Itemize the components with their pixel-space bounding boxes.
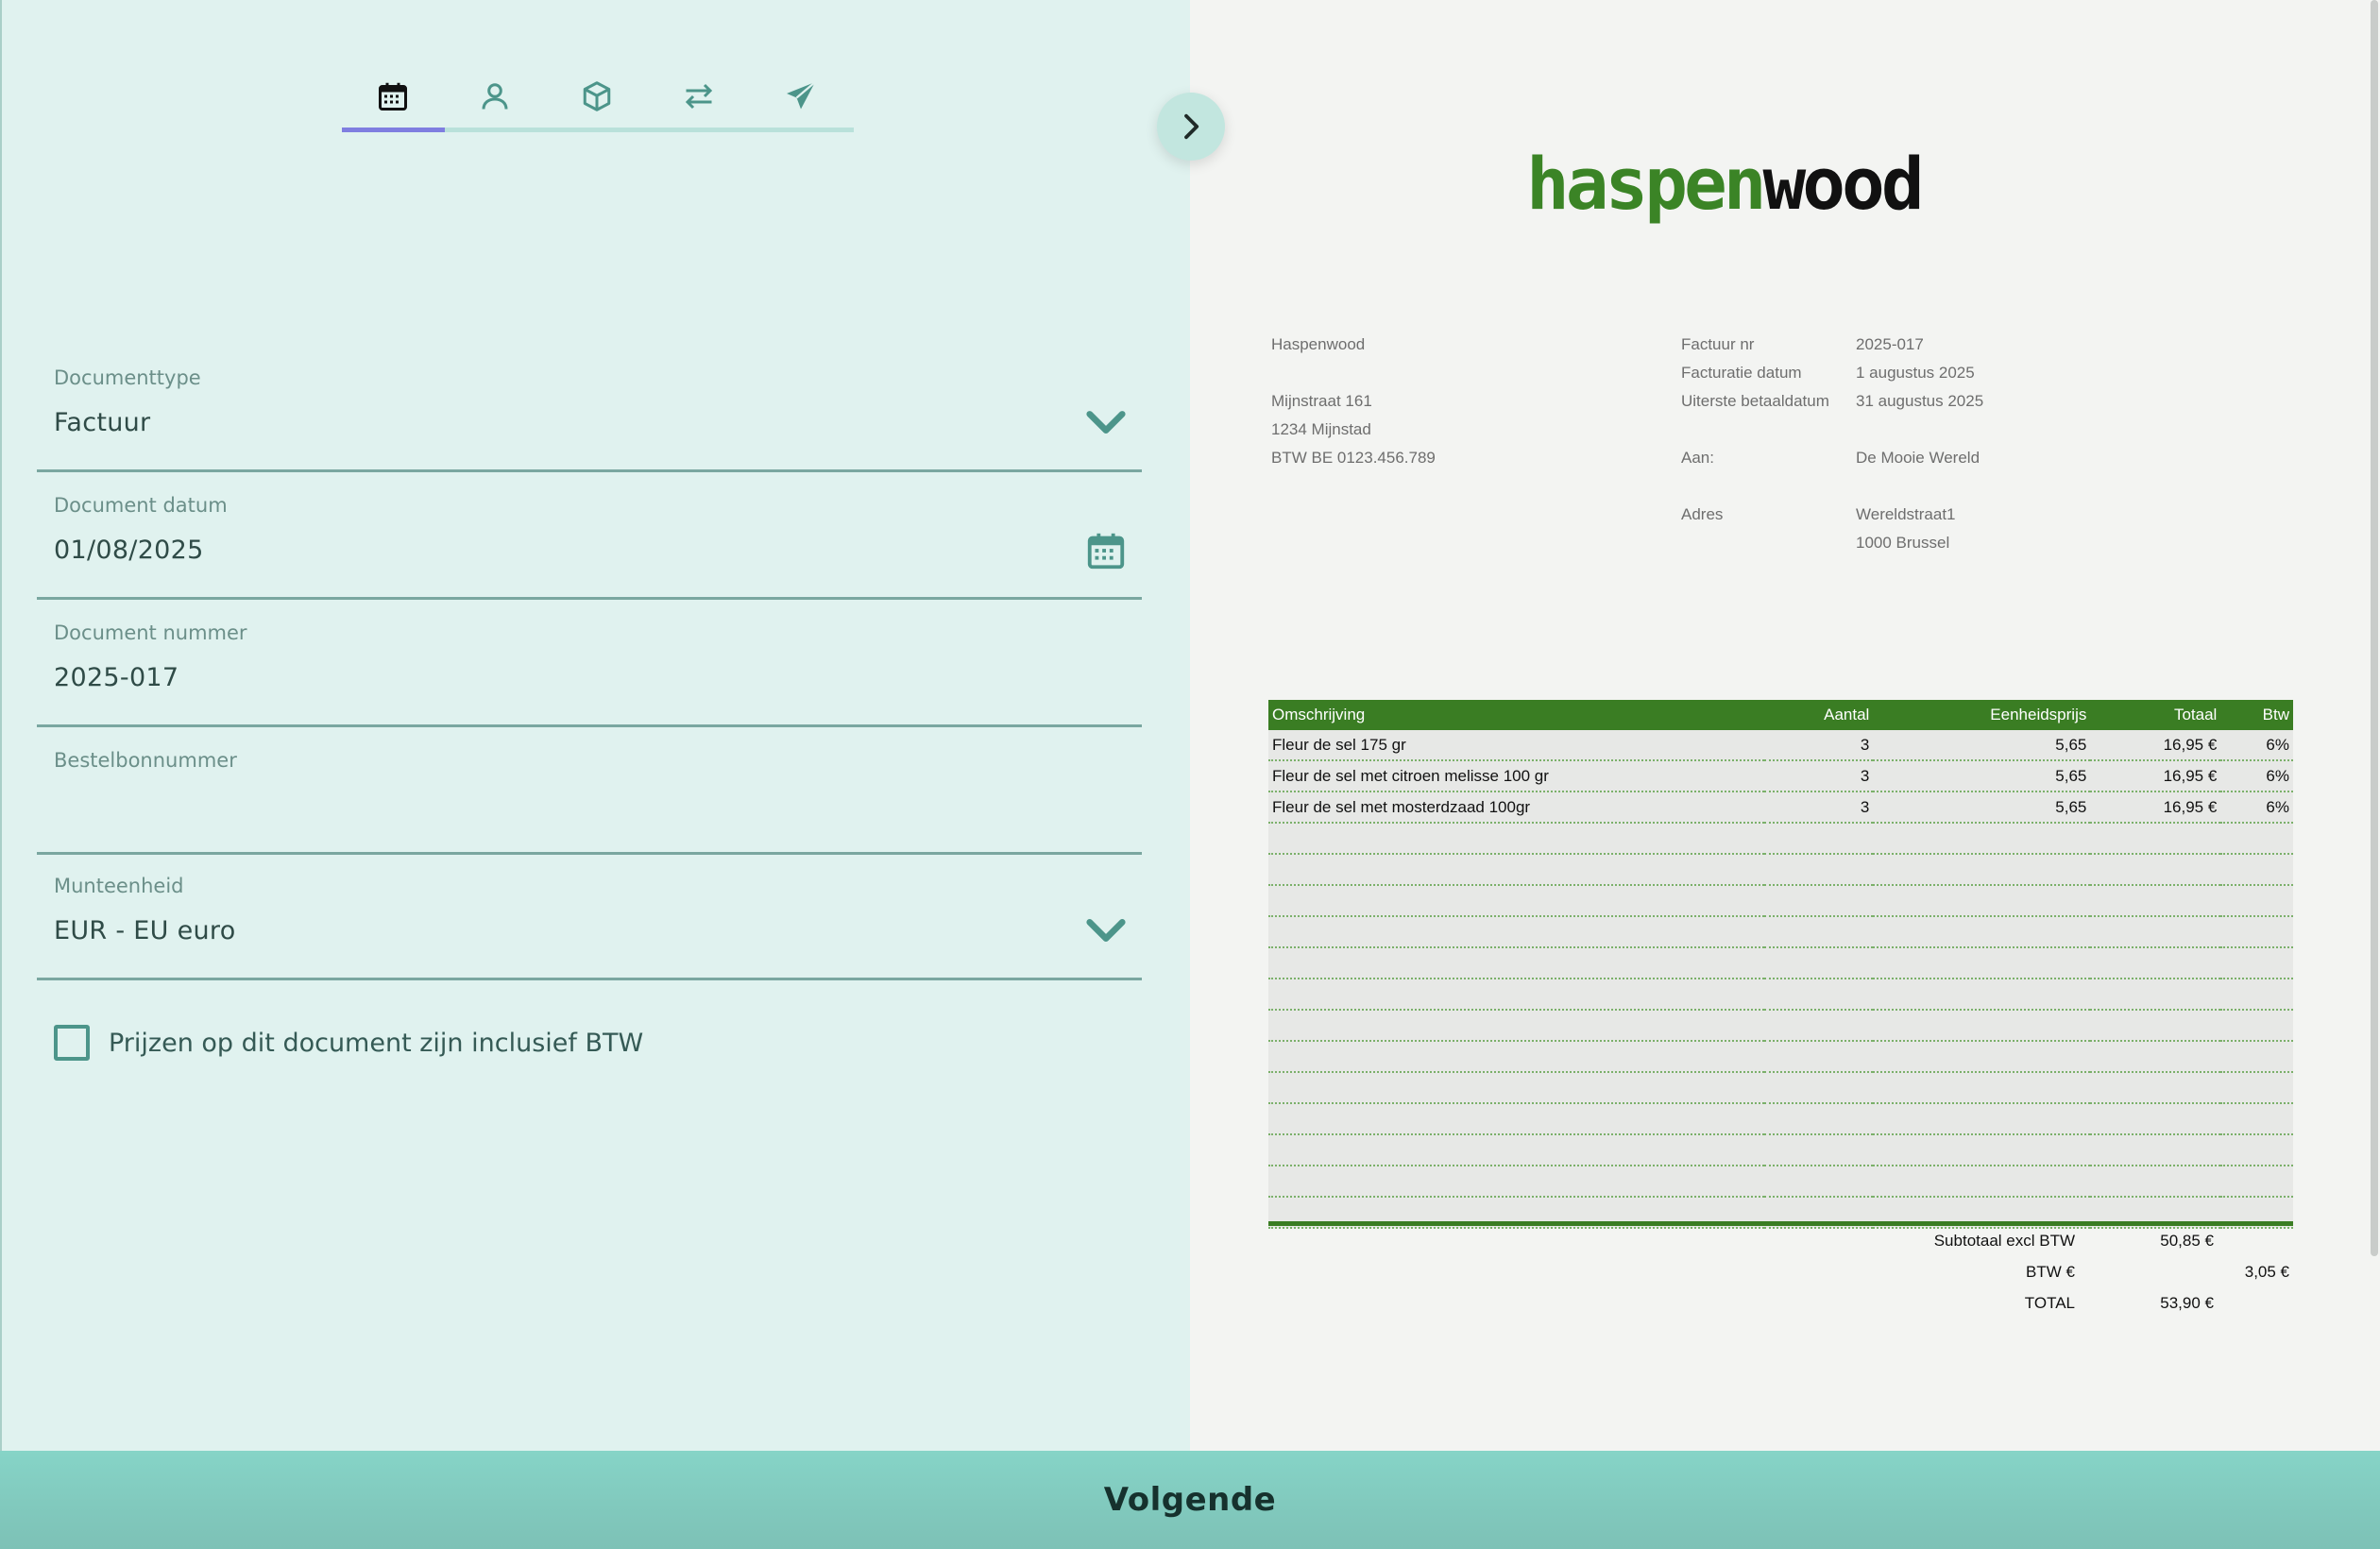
empty-table-row — [1268, 1103, 2293, 1135]
item-unit-price: 5,65 — [1873, 760, 2091, 792]
invoice-date: 1 augustus 2025 — [1856, 364, 1975, 382]
item-unit-price: 5,65 — [1873, 792, 2091, 824]
item-vat: 6% — [2220, 792, 2293, 824]
preview-scrollbar[interactable] — [2371, 0, 2378, 1256]
subtotal-label: Subtotaal excl BTW — [1933, 1232, 2075, 1250]
document-date-label: Document datum — [54, 494, 228, 517]
empty-table-row — [1268, 823, 2293, 855]
item-vat: 6% — [2220, 760, 2293, 792]
tab-calendar[interactable] — [342, 68, 444, 125]
tab-customer[interactable] — [444, 68, 546, 125]
vat-inclusive-option: Prijzen op dit document zijn inclusief B… — [54, 1025, 643, 1061]
total-value: 53,90 € — [2160, 1294, 2214, 1312]
order-number-field[interactable]: Bestelbonnummer — [37, 741, 1142, 855]
item-quantity: 3 — [1764, 730, 1874, 761]
item-description: Fleur de sel met citroen melisse 100 gr — [1268, 760, 1765, 792]
vat-value: 3,05 € — [2244, 1263, 2289, 1281]
currency-label: Munteenheid — [54, 875, 184, 897]
empty-table-row — [1268, 947, 2293, 979]
documenttype-value: Factuur — [54, 408, 151, 437]
empty-table-row — [1268, 979, 2293, 1011]
recipient-address-line1: Wereldstraat1 — [1856, 505, 1956, 523]
tab-send[interactable] — [750, 68, 852, 125]
item-description: Fleur de sel met mosterdzaad 100gr — [1268, 792, 1765, 824]
next-button-label: Volgende — [1103, 1481, 1277, 1519]
invoice-date-label: Facturatie datum — [1681, 364, 1802, 382]
vat-inclusive-checkbox[interactable] — [54, 1025, 90, 1061]
document-date-value: 01/08/2025 — [54, 536, 204, 565]
invoice-number: 2025-017 — [1856, 335, 1924, 353]
subtotal-value: 50,85 € — [2160, 1232, 2214, 1250]
document-number-value: 2025-017 — [54, 663, 179, 692]
item-quantity: 3 — [1764, 760, 1874, 792]
total-label: TOTAL — [2024, 1294, 2075, 1312]
order-number-label: Bestelbonnummer — [54, 749, 237, 772]
recipient-name: De Mooie Wereld — [1856, 449, 1980, 467]
empty-table-row — [1268, 854, 2293, 886]
item-unit-price: 5,65 — [1873, 730, 2091, 761]
documenttype-select[interactable]: Documenttype Factuur — [37, 359, 1142, 472]
table-header-row: Omschrijving Aantal Eenheidsprijs Totaal… — [1268, 700, 2293, 730]
item-vat: 6% — [2220, 730, 2293, 761]
column-header: Totaal — [2090, 700, 2221, 730]
tab-products[interactable] — [546, 68, 648, 125]
chevron-down-icon[interactable] — [1083, 400, 1129, 446]
recipient-address-line2: 1000 Brussel — [1856, 534, 1950, 552]
document-date-field[interactable]: Document datum 01/08/2025 — [37, 486, 1142, 600]
recipient-label: Aan: — [1681, 449, 1714, 467]
empty-table-row — [1268, 885, 2293, 917]
invoice-items-table: Omschrijving Aantal Eenheidsprijs Totaal… — [1268, 700, 2293, 1229]
currency-value: EUR - EU euro — [54, 916, 236, 945]
item-total: 16,95 € — [2090, 760, 2221, 792]
column-header: Btw — [2220, 700, 2293, 730]
empty-table-row — [1268, 1072, 2293, 1104]
invoice-number-label: Factuur nr — [1681, 335, 1755, 353]
company-street: Mijnstraat 161 — [1271, 392, 1372, 410]
item-total: 16,95 € — [2090, 730, 2221, 761]
tab-active-indicator — [342, 128, 445, 132]
date-picker-icon[interactable] — [1083, 528, 1129, 573]
document-number-field[interactable]: Document nummer 2025-017 — [37, 614, 1142, 727]
due-date-label: Uiterste betaaldatum — [1681, 392, 1829, 410]
vat-label: BTW € — [2026, 1263, 2075, 1281]
chevron-down-icon[interactable] — [1083, 909, 1129, 954]
documenttype-label: Documenttype — [54, 366, 201, 389]
box-icon — [583, 81, 611, 111]
company-logo: haspenwood — [1526, 142, 1925, 226]
vat-inclusive-label[interactable]: Prijzen op dit document zijn inclusief B… — [109, 1029, 643, 1058]
empty-table-row — [1268, 1134, 2293, 1166]
chevron-right-icon — [1184, 113, 1199, 140]
item-quantity: 3 — [1764, 792, 1874, 824]
collapse-panel-button[interactable] — [1157, 93, 1225, 161]
document-number-label: Document nummer — [54, 621, 247, 644]
empty-table-row — [1268, 1041, 2293, 1073]
currency-select[interactable]: Munteenheid EUR - EU euro — [37, 867, 1142, 980]
column-header: Aantal — [1764, 700, 1874, 730]
empty-table-row — [1268, 1010, 2293, 1042]
document-form-panel: Documenttype Factuur Document datum 01/0… — [0, 0, 1190, 1451]
empty-table-row — [1268, 916, 2293, 948]
table-row: Fleur de sel met mosterdzaad 100gr 3 5,6… — [1268, 792, 2293, 824]
company-city: 1234 Mijnstad — [1271, 420, 1371, 438]
calendar-icon — [379, 82, 407, 111]
send-icon — [787, 81, 816, 110]
item-description: Fleur de sel 175 gr — [1268, 730, 1765, 761]
column-header: Omschrijving — [1268, 700, 1765, 730]
table-row: Fleur de sel 175 gr 3 5,65 16,95 € 6% — [1268, 730, 2293, 761]
due-date: 31 augustus 2025 — [1856, 392, 1984, 410]
user-icon — [482, 83, 508, 110]
empty-table-row — [1268, 1166, 2293, 1198]
step-tabs — [342, 68, 854, 132]
address-label: Adres — [1681, 505, 1724, 523]
table-bottom-rule — [1268, 1221, 2293, 1226]
tab-transfer[interactable] — [648, 68, 750, 125]
next-button[interactable]: Volgende — [0, 1451, 2380, 1549]
column-header: Eenheidsprijs — [1873, 700, 2091, 730]
arrows-exchange-icon — [685, 83, 713, 110]
company-vat: BTW BE 0123.456.789 — [1271, 449, 1436, 467]
invoice-items-body: Fleur de sel 175 gr 3 5,65 16,95 € 6% Fl… — [1268, 730, 2293, 1229]
company-name: Haspenwood — [1271, 335, 1366, 353]
item-total: 16,95 € — [2090, 792, 2221, 824]
table-row: Fleur de sel met citroen melisse 100 gr … — [1268, 760, 2293, 792]
